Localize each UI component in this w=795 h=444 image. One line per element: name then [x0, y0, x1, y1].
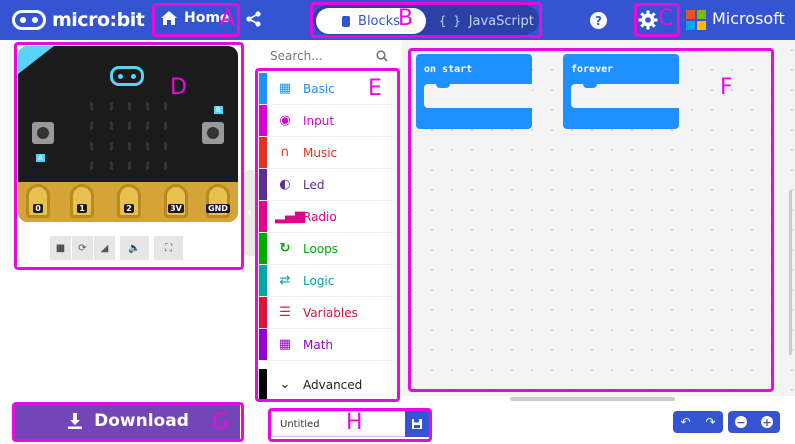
chevron-left-icon: ‹ — [246, 205, 252, 221]
annotation-label-f: F — [720, 75, 733, 100]
toolbox-search — [262, 41, 398, 71]
annotation-box-d — [14, 42, 244, 270]
annotation-label-d: D — [170, 75, 187, 100]
microsoft-brand-text: Microsoft — [712, 9, 785, 28]
annotation-box-e — [255, 68, 400, 402]
workspace-horizontal-scrollbar[interactable] — [510, 397, 675, 401]
share-icon[interactable] — [245, 10, 263, 28]
annotation-label-c: C — [658, 6, 674, 31]
microbit-face-icon — [12, 10, 46, 30]
search-input[interactable] — [270, 49, 380, 63]
annotation-label-g: G — [212, 410, 230, 435]
undo-redo-group: ↶ ↷ — [673, 411, 723, 433]
zoom-controls: − + — [728, 411, 780, 433]
search-icon[interactable] — [376, 50, 388, 62]
annotation-box-g — [12, 402, 244, 442]
microsoft-logo-icon[interactable] — [686, 10, 706, 30]
annotation-label-a: A — [220, 6, 236, 31]
zoom-in-icon[interactable]: + — [761, 416, 773, 428]
microbit-logo[interactable]: micro:bit — [12, 7, 145, 33]
annotation-label-e: E — [368, 76, 382, 101]
workspace-vertical-scrollbar[interactable] — [789, 190, 792, 355]
collapse-simulator-button[interactable]: ‹ — [242, 170, 256, 256]
undo-icon[interactable]: ↶ — [680, 415, 690, 429]
redo-icon[interactable]: ↷ — [705, 415, 715, 429]
logo-text: micro:bit — [52, 9, 145, 31]
annotation-label-b: B — [398, 6, 414, 31]
annotation-label-h: H — [346, 410, 363, 435]
annotation-box-b — [310, 2, 542, 38]
zoom-out-icon[interactable]: − — [735, 416, 747, 428]
help-icon[interactable]: ? — [590, 12, 607, 29]
